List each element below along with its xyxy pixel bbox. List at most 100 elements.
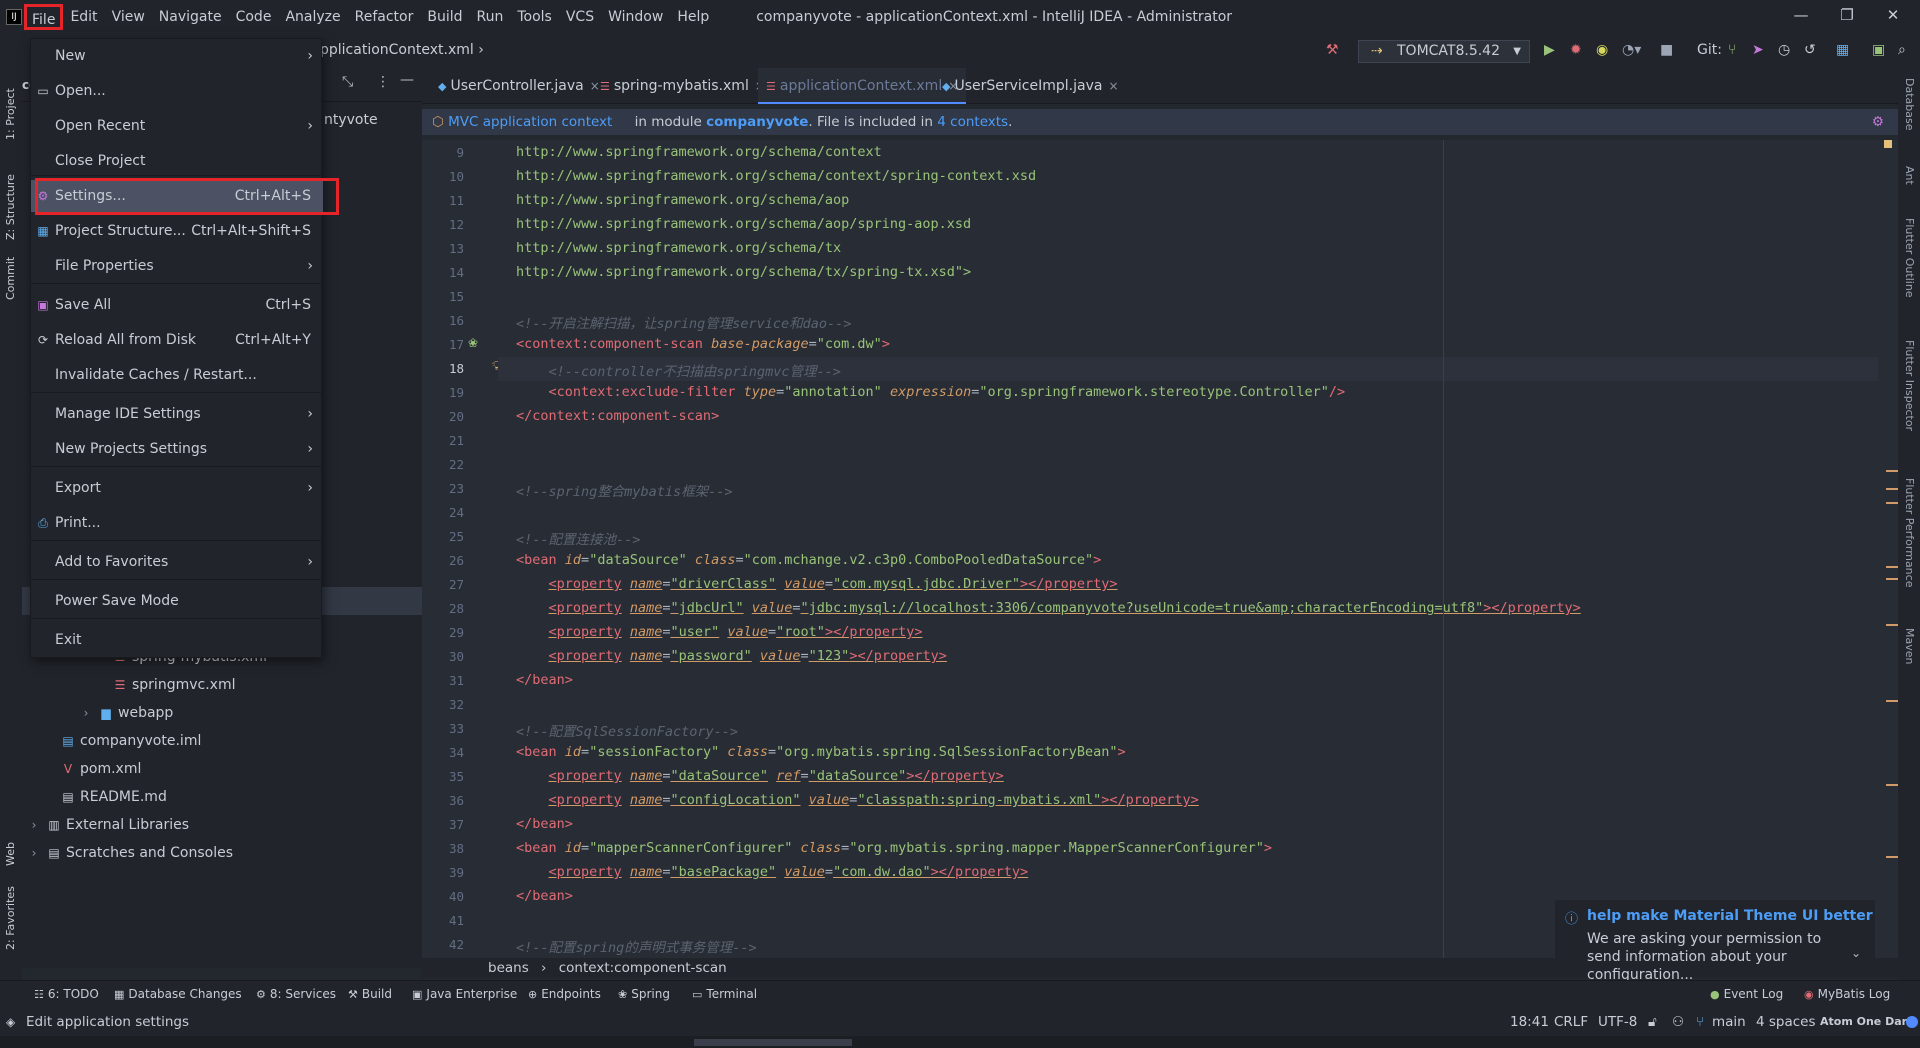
git-update-icon[interactable]: ⑂ xyxy=(1728,42,1736,58)
menu-edit[interactable]: Edit xyxy=(63,4,104,30)
tool-window-database[interactable]: Database xyxy=(1903,78,1916,131)
line-number[interactable]: 11 xyxy=(422,193,464,208)
line-separator[interactable]: CRLF xyxy=(1554,1008,1588,1036)
warning-mark[interactable] xyxy=(1886,502,1898,504)
memory-indicator-icon[interactable] xyxy=(1906,1016,1918,1028)
menu-file[interactable]: File xyxy=(24,4,64,30)
profile-icon[interactable]: ◔▾ xyxy=(1622,42,1641,58)
warning-mark[interactable] xyxy=(1886,856,1898,858)
line-number[interactable]: 29 xyxy=(422,625,464,640)
code-line[interactable]: <property name="driverClass" value="com.… xyxy=(516,576,1118,592)
tool-window-structure[interactable]: Z: Structure xyxy=(4,174,17,240)
code-line[interactable]: http://www.springframework.org/schema/tx xyxy=(516,240,841,256)
git-push-icon[interactable]: ➤ xyxy=(1752,42,1764,58)
indent-setting[interactable]: 4 spaces xyxy=(1756,1008,1816,1036)
layers-icon[interactable]: ◈ xyxy=(6,1008,15,1036)
expand-notification-icon[interactable]: ⌄ xyxy=(1851,946,1861,960)
tree-item[interactable]: › ▤ Scratches and Consoles xyxy=(22,839,422,867)
notification-popup[interactable]: ⓘ help make Material Theme UI better We … xyxy=(1555,900,1875,983)
code-line[interactable]: http://www.springframework.org/schema/ao… xyxy=(516,192,849,208)
tool-window-ant[interactable]: Ant xyxy=(1903,166,1916,185)
code-line[interactable]: http://www.springframework.org/schema/co… xyxy=(516,144,882,160)
build-hammer-icon[interactable]: ⚒ xyxy=(1326,42,1339,58)
terminal-icon[interactable]: ▣ xyxy=(1872,42,1885,58)
menu-item-power-save-mode[interactable]: Power Save Mode xyxy=(31,585,323,617)
banner-context-link[interactable]: MVC application context xyxy=(448,114,612,130)
code-line[interactable]: <!--配置spring的声明式事务管理--> xyxy=(516,936,757,956)
menu-refactor[interactable]: Refactor xyxy=(348,4,421,30)
code-line[interactable]: <!--配置连接池--> xyxy=(516,528,640,548)
code-line[interactable]: <property name="jdbcUrl" value="jdbc:mys… xyxy=(516,600,1581,616)
horizontal-scrollbar-thumb[interactable] xyxy=(694,1039,852,1046)
menu-item-file-properties[interactable]: File Properties › xyxy=(31,250,323,282)
line-number[interactable]: 20 xyxy=(422,409,464,424)
line-number[interactable]: 12 xyxy=(422,217,464,232)
code-line[interactable]: <property name="basePackage" value="com.… xyxy=(516,864,1029,880)
tool-window-build[interactable]: ⚒ Build xyxy=(348,987,392,1001)
menu-item-add-to-favorites[interactable]: Add to Favorites › xyxy=(31,546,323,578)
git-branch[interactable]: main xyxy=(1712,1008,1746,1036)
line-number[interactable]: 18 xyxy=(422,361,464,376)
nav-breadcrumb-file[interactable]: pplicationContext.xml xyxy=(320,42,474,58)
line-number[interactable]: 10 xyxy=(422,169,464,184)
line-number[interactable]: 19 xyxy=(422,385,464,400)
tree-item[interactable]: Vpom.xml xyxy=(22,755,422,783)
hide-panel-icon[interactable]: — xyxy=(400,72,414,88)
breadcrumb-component-scan[interactable]: context:component-scan xyxy=(559,960,727,976)
warning-mark[interactable] xyxy=(1886,700,1898,702)
tool-window-8-services[interactable]: ⚙ 8: Services xyxy=(256,987,336,1001)
error-stripe[interactable] xyxy=(1878,140,1898,958)
line-number[interactable]: 37 xyxy=(422,817,464,832)
stop-icon[interactable]: ■ xyxy=(1660,42,1673,58)
spring-bean-gutter-icon[interactable]: ❀ xyxy=(468,336,478,350)
tab-userserviceimpl-java[interactable]: ◆ UserServiceImpl.java × xyxy=(934,68,1127,104)
code-line[interactable]: </bean> xyxy=(516,888,573,904)
code-line[interactable]: http://www.springframework.org/schema/ao… xyxy=(516,216,971,232)
code-line[interactable]: <property name="password" value="123"></… xyxy=(516,648,947,664)
menu-run[interactable]: Run xyxy=(470,4,511,30)
code-line[interactable]: </context:component-scan> xyxy=(516,408,719,424)
line-number[interactable]: 26 xyxy=(422,553,464,568)
warning-mark[interactable] xyxy=(1886,566,1898,568)
menu-item-export[interactable]: Export › xyxy=(31,472,323,504)
line-number[interactable]: 16 xyxy=(422,313,464,328)
tree-item[interactable]: ☰ springmvc.xml xyxy=(22,671,422,699)
inspection-icon[interactable]: ⚇ xyxy=(1672,1008,1684,1036)
warning-mark[interactable] xyxy=(1886,578,1898,580)
menu-build[interactable]: Build xyxy=(420,4,469,30)
code-line[interactable]: http://www.springframework.org/schema/co… xyxy=(516,168,1036,184)
menu-item-exit[interactable]: Exit xyxy=(31,624,323,656)
inspection-status-icon[interactable] xyxy=(1884,140,1892,148)
line-number[interactable]: 9 xyxy=(422,145,464,160)
close-window-button[interactable]: ✕ xyxy=(1870,0,1916,30)
menu-item-reload-all-from-disk[interactable]: ⟳ Reload All from Disk Ctrl+Alt+Y xyxy=(31,324,323,356)
menu-navigate[interactable]: Navigate xyxy=(152,4,229,30)
menu-analyze[interactable]: Analyze xyxy=(278,4,347,30)
theme-name[interactable]: Atom One Dark xyxy=(1820,1008,1914,1036)
tool-window-endpoints[interactable]: ⊕ Endpoints xyxy=(528,987,601,1001)
code-line[interactable]: <context:component-scan base-package="co… xyxy=(516,336,890,352)
tool-window-event-log[interactable]: ● Event Log xyxy=(1710,987,1783,1001)
code-line[interactable]: <!--spring整合mybatis框架--> xyxy=(516,480,733,500)
code-editor[interactable]: http://www.springframework.org/schema/co… xyxy=(498,140,1878,958)
line-number[interactable]: 17 xyxy=(422,337,464,352)
tree-item[interactable]: ▤ companyvote.iml xyxy=(22,727,422,755)
tree-item[interactable]: › ▆ webapp xyxy=(22,699,422,727)
menu-item-print[interactable]: ⎙ Print... xyxy=(31,507,323,539)
warning-mark[interactable] xyxy=(1886,488,1898,490)
code-line[interactable]: <bean id="mapperScannerConfigurer" class… xyxy=(516,840,1272,856)
tool-window-mybatis-log[interactable]: ◉ MyBatis Log xyxy=(1804,987,1890,1001)
tool-window-flutter-performance[interactable]: Flutter Performance xyxy=(1903,478,1916,587)
code-line[interactable]: </bean> xyxy=(516,672,573,688)
menu-help[interactable]: Help xyxy=(670,4,716,30)
line-number[interactable]: 33 xyxy=(422,721,464,736)
code-line[interactable]: </bean> xyxy=(516,816,573,832)
line-number[interactable]: 28 xyxy=(422,601,464,616)
tree-item[interactable]: › ▥ External Libraries xyxy=(22,811,422,839)
code-line[interactable]: http://www.springframework.org/schema/tx… xyxy=(516,264,971,280)
line-number[interactable]: 30 xyxy=(422,649,464,664)
menu-item-new-projects-settings[interactable]: New Projects Settings › xyxy=(31,433,323,465)
maximize-button[interactable]: ❐ xyxy=(1824,0,1870,30)
code-line[interactable]: <bean id="dataSource" class="com.mchange… xyxy=(516,552,1101,568)
code-line[interactable]: <context:exclude-filter type="annotation… xyxy=(516,384,1346,400)
